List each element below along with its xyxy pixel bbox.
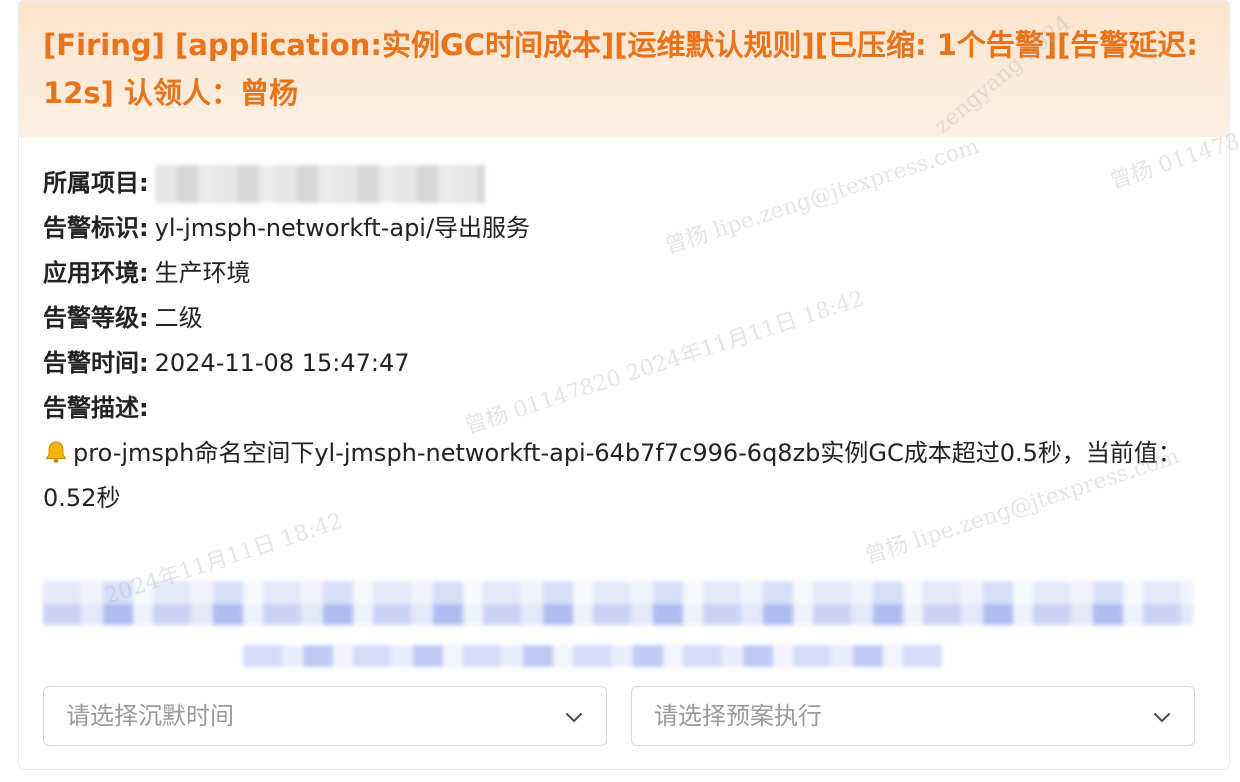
redacted-link-line	[43, 603, 1193, 625]
field-value: 2024-11-08 15:47:47	[154, 349, 410, 377]
redacted-project-value	[154, 165, 485, 203]
description-text: pro-jmsph命名空间下yl-jmsph-networkft-api-64b…	[43, 439, 1182, 512]
field-label: 告警描述:	[43, 394, 149, 422]
field-alert-id: 告警标识: yl-jmsph-networkft-api/导出服务	[43, 206, 1213, 251]
field-label: 所属项目:	[43, 169, 149, 197]
bell-icon	[43, 435, 69, 463]
redacted-link-line	[243, 645, 943, 667]
field-environment: 应用环境: 生产环境	[43, 251, 1213, 296]
chevron-down-icon	[565, 712, 583, 723]
alert-title: [Firing] [application:实例GC时间成本][运维默认规则][…	[43, 28, 1199, 110]
field-time: 告警时间: 2024-11-08 15:47:47	[43, 341, 1213, 386]
field-value: 二级	[154, 304, 203, 332]
select-placeholder: 请选择预案执行	[654, 702, 822, 730]
field-label: 告警标识:	[43, 214, 149, 242]
redacted-link-line	[43, 581, 1193, 603]
redacted-links	[43, 581, 1193, 671]
field-label: 告警时间:	[43, 349, 149, 377]
silence-time-select[interactable]: 请选择沉默时间	[43, 686, 607, 746]
field-value: yl-jmsph-networkft-api/导出服务	[154, 214, 531, 242]
field-label: 告警等级:	[43, 304, 149, 332]
alert-body: 所属项目: 告警标识: yl-jmsph-networkft-api/导出服务 应…	[43, 161, 1213, 521]
alert-card: [Firing] [application:实例GC时间成本][运维默认规则][…	[18, 0, 1230, 770]
alert-description: pro-jmsph命名空间下yl-jmsph-networkft-api-64b…	[43, 431, 1203, 521]
chevron-down-icon	[1153, 712, 1171, 723]
field-description: 告警描述:	[43, 386, 1213, 431]
alert-header: [Firing] [application:实例GC时间成本][运维默认规则][…	[19, 1, 1229, 137]
select-placeholder: 请选择沉默时间	[66, 702, 234, 730]
field-label: 应用环境:	[43, 259, 149, 287]
field-project: 所属项目:	[43, 161, 1213, 206]
field-level: 告警等级: 二级	[43, 296, 1213, 341]
plan-execution-select[interactable]: 请选择预案执行	[631, 686, 1195, 746]
field-value: 生产环境	[154, 259, 251, 287]
